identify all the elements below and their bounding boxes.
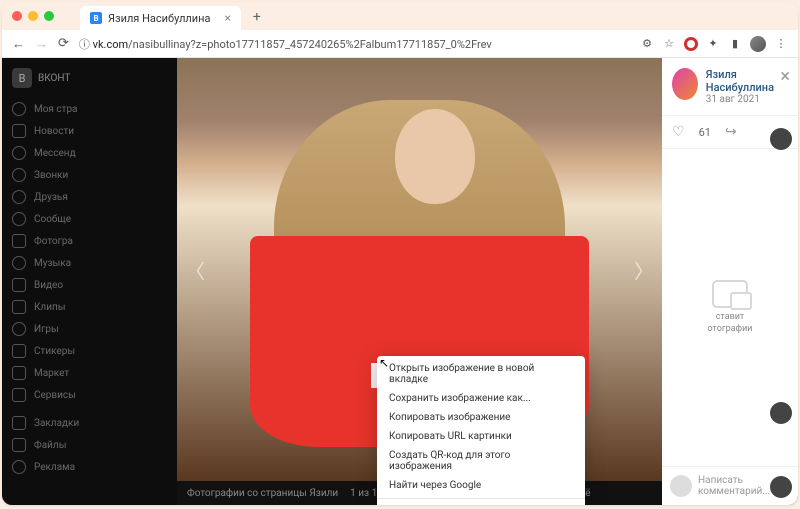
like-count: 61	[699, 126, 711, 139]
ctx-save-as[interactable]: Сохранить изображение как...	[377, 389, 585, 408]
sidebar-item[interactable]: Звонки	[12, 164, 167, 186]
browser-window: B Язиля Насибуллина × + ← → ⟳ ⓘ vk.com/n…	[2, 2, 798, 505]
star-icon[interactable]: ☆	[662, 37, 676, 51]
sidebar-item[interactable]: Друзья	[12, 186, 167, 208]
sidebar-item[interactable]: Сервисы	[12, 384, 167, 406]
close-viewer-button[interactable]: ×	[780, 66, 790, 87]
prev-photo-button[interactable]: 〈	[177, 235, 213, 304]
context-menu: Открыть изображение в новой вкладке Сохр…	[377, 356, 585, 505]
ctx-copy-url[interactable]: Копировать URL картинки	[377, 427, 585, 446]
like-icon[interactable]: ♡	[672, 124, 685, 140]
sidebar-item[interactable]: Реклама	[12, 456, 167, 478]
lock-icon: ⓘ	[79, 38, 93, 51]
page-content: BВКОНТ Моя стра Новости Мессенд Звонки Д…	[2, 58, 798, 505]
reload-button[interactable]: ⟳	[58, 36, 69, 51]
sidebar-item[interactable]: Сообще	[12, 208, 167, 230]
browser-tab[interactable]: B Язиля Насибуллина ×	[80, 6, 241, 30]
sidebar-item[interactable]: Видео	[12, 274, 167, 296]
vk-logo[interactable]: BВКОНТ	[12, 68, 167, 88]
suggested-avatars	[770, 128, 792, 505]
bookmark-icon	[12, 416, 26, 430]
menu-icon[interactable]: ⋮	[774, 37, 788, 51]
photo-icon	[12, 234, 26, 248]
groups-icon	[12, 212, 26, 226]
message-icon	[12, 146, 26, 160]
ctx-qr-code[interactable]: Создать QR-код для этого изображения	[377, 446, 585, 476]
ads-icon	[12, 460, 26, 474]
author-name[interactable]: Язиля Насибуллина	[706, 68, 788, 94]
browser-toolbar: ← → ⟳ ⓘ vk.com/nasibullinay?z=photo17711…	[2, 30, 798, 58]
share-icon[interactable]: ↪	[725, 124, 737, 140]
next-photo-button[interactable]: 〉	[626, 235, 662, 304]
puzzle-icon[interactable]: ✦	[706, 37, 720, 51]
address-bar[interactable]: ⓘ vk.com/nasibullinay?z=photo17711857_45…	[79, 36, 630, 52]
files-icon	[12, 438, 26, 452]
ctx-adblock[interactable]: AdBlock — лучший блокировщик рекламы▸	[377, 502, 585, 505]
games-icon	[12, 322, 26, 336]
music-icon	[12, 256, 26, 270]
sidebar-item[interactable]: Закладки	[12, 412, 167, 434]
avatar-icon[interactable]	[770, 128, 792, 150]
clips-icon	[12, 300, 26, 314]
photo-date: 31 авг 2021	[706, 94, 788, 105]
close-tab-icon[interactable]: ×	[224, 11, 230, 25]
ctx-copy-image[interactable]: Копировать изображение	[377, 408, 585, 427]
titlebar: B Язиля Насибуллина × +	[2, 2, 798, 30]
author-avatar-icon[interactable]	[672, 68, 698, 100]
avatar-icon[interactable]	[770, 476, 792, 498]
sidebar-item[interactable]: Игры	[12, 318, 167, 340]
market-icon	[12, 366, 26, 380]
sidebar-item[interactable]: Клипы	[12, 296, 167, 318]
sidebar-item[interactable]: Фотогра	[12, 230, 167, 252]
video-icon	[12, 278, 26, 292]
vk-sidebar: BВКОНТ Моя стра Новости Мессенд Звонки Д…	[2, 58, 177, 488]
tab-title: Язиля Насибуллина	[108, 12, 210, 25]
my-avatar-icon	[670, 475, 692, 497]
forward-button[interactable]: →	[35, 36, 48, 52]
profile-avatar-icon[interactable]	[750, 36, 766, 52]
chat-icon	[712, 280, 748, 308]
sidebar-item[interactable]: Маркет	[12, 362, 167, 384]
call-icon	[12, 168, 26, 182]
bookmark-icon[interactable]: ▮	[728, 37, 742, 51]
gift-icon[interactable]: ⚙	[640, 37, 654, 51]
avatar-icon[interactable]	[770, 402, 792, 424]
new-tab-button[interactable]: +	[253, 9, 261, 25]
window-zoom-button[interactable]	[44, 11, 54, 21]
extensions: ⚙ ☆ ✦ ▮ ⋮	[640, 36, 788, 52]
sidebar-item[interactable]: Музыка	[12, 252, 167, 274]
sidebar-item[interactable]: Файлы	[12, 434, 167, 456]
ctx-open-new-tab[interactable]: Открыть изображение в новой вкладке	[377, 359, 585, 389]
window-minimize-button[interactable]	[28, 11, 38, 21]
vk-favicon-icon: B	[90, 12, 102, 24]
ctx-google-search[interactable]: Найти через Google	[377, 476, 585, 495]
sidebar-item[interactable]: Моя стра	[12, 98, 167, 120]
window-close-button[interactable]	[12, 11, 22, 21]
news-icon	[12, 124, 26, 138]
user-icon	[12, 102, 26, 116]
services-icon	[12, 388, 26, 402]
stickers-icon	[12, 344, 26, 358]
opera-icon[interactable]	[684, 37, 698, 51]
sidebar-item[interactable]: Новости	[12, 120, 167, 142]
back-button[interactable]: ←	[12, 36, 25, 52]
album-title: Фотографии со страницы Язили	[187, 488, 338, 499]
sidebar-item[interactable]: Стикеры	[12, 340, 167, 362]
friends-icon	[12, 190, 26, 204]
sidebar-item[interactable]: Мессенд	[12, 142, 167, 164]
